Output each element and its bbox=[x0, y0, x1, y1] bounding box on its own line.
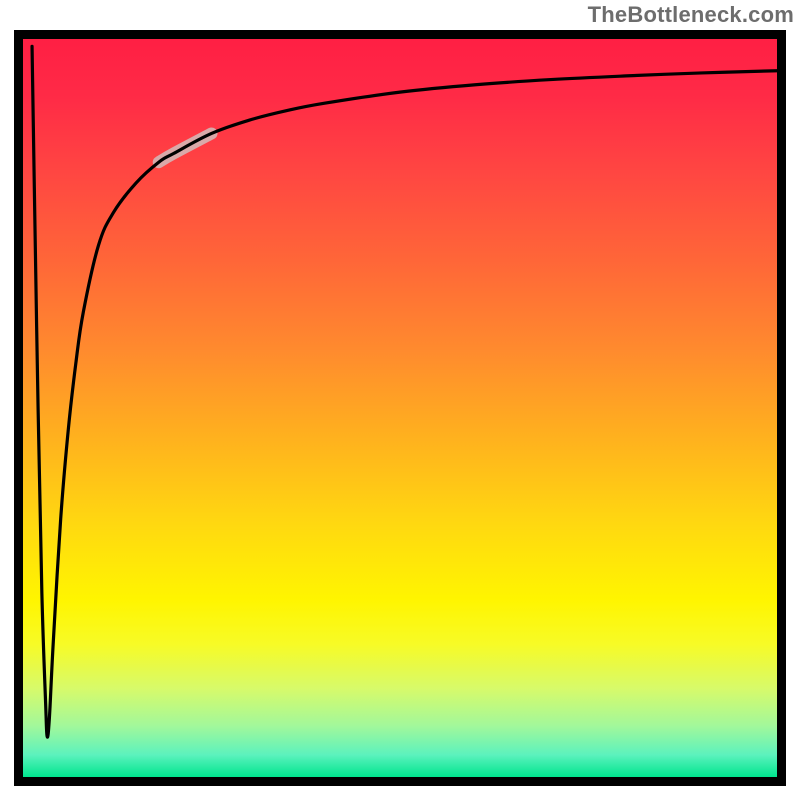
chart-frame bbox=[14, 30, 786, 786]
chart-container: TheBottleneck.com bbox=[0, 0, 800, 800]
plot-area bbox=[23, 39, 777, 777]
main-curve bbox=[32, 46, 777, 737]
curve-svg bbox=[23, 39, 777, 777]
watermark-text: TheBottleneck.com bbox=[588, 2, 794, 28]
